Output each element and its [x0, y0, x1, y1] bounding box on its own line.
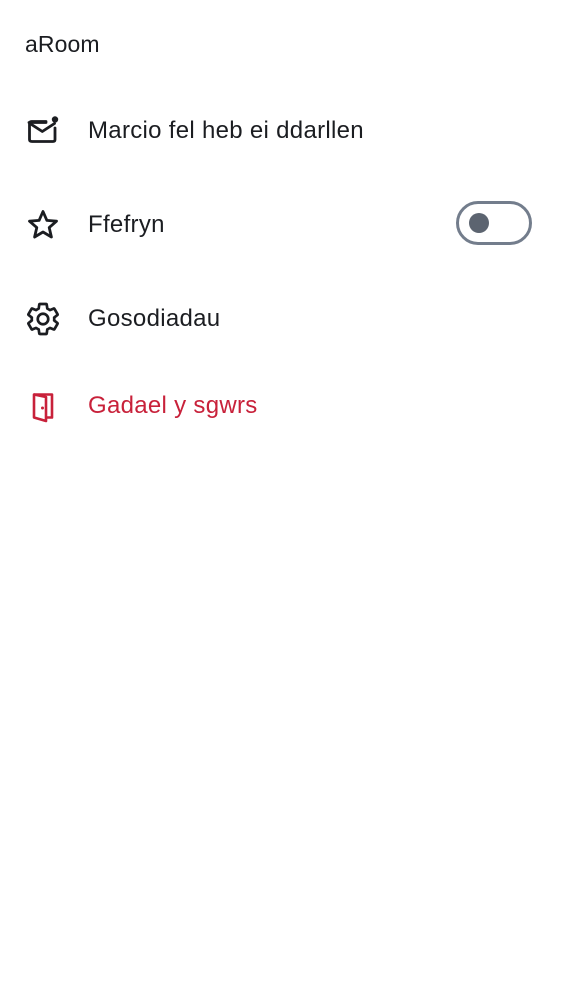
settings-label: Gosodiadau — [88, 305, 221, 332]
star-icon — [24, 206, 62, 244]
room-name: aRoom — [25, 31, 100, 57]
leave-door-icon — [24, 387, 62, 425]
leave-room-label: Gadael y sgwrs — [88, 392, 258, 419]
mark-unread-menu-item[interactable]: Marcio fel heb ei ddarllen — [0, 96, 562, 166]
room-context-menu: aRoom Marcio fel heb ei ddarllen Ffefryn — [0, 0, 562, 1000]
leave-room-menu-item[interactable]: Gadael y sgwrs — [0, 371, 562, 441]
mail-unread-icon — [24, 112, 62, 150]
toggle-knob — [469, 213, 489, 233]
mark-unread-label: Marcio fel heb ei ddarllen — [88, 117, 364, 144]
favourite-menu-item[interactable]: Ffefryn — [0, 190, 562, 260]
gear-icon — [24, 300, 62, 338]
favourite-label: Ffefryn — [88, 211, 165, 238]
settings-menu-item[interactable]: Gosodiadau — [0, 284, 562, 354]
favourite-toggle[interactable] — [456, 201, 532, 245]
